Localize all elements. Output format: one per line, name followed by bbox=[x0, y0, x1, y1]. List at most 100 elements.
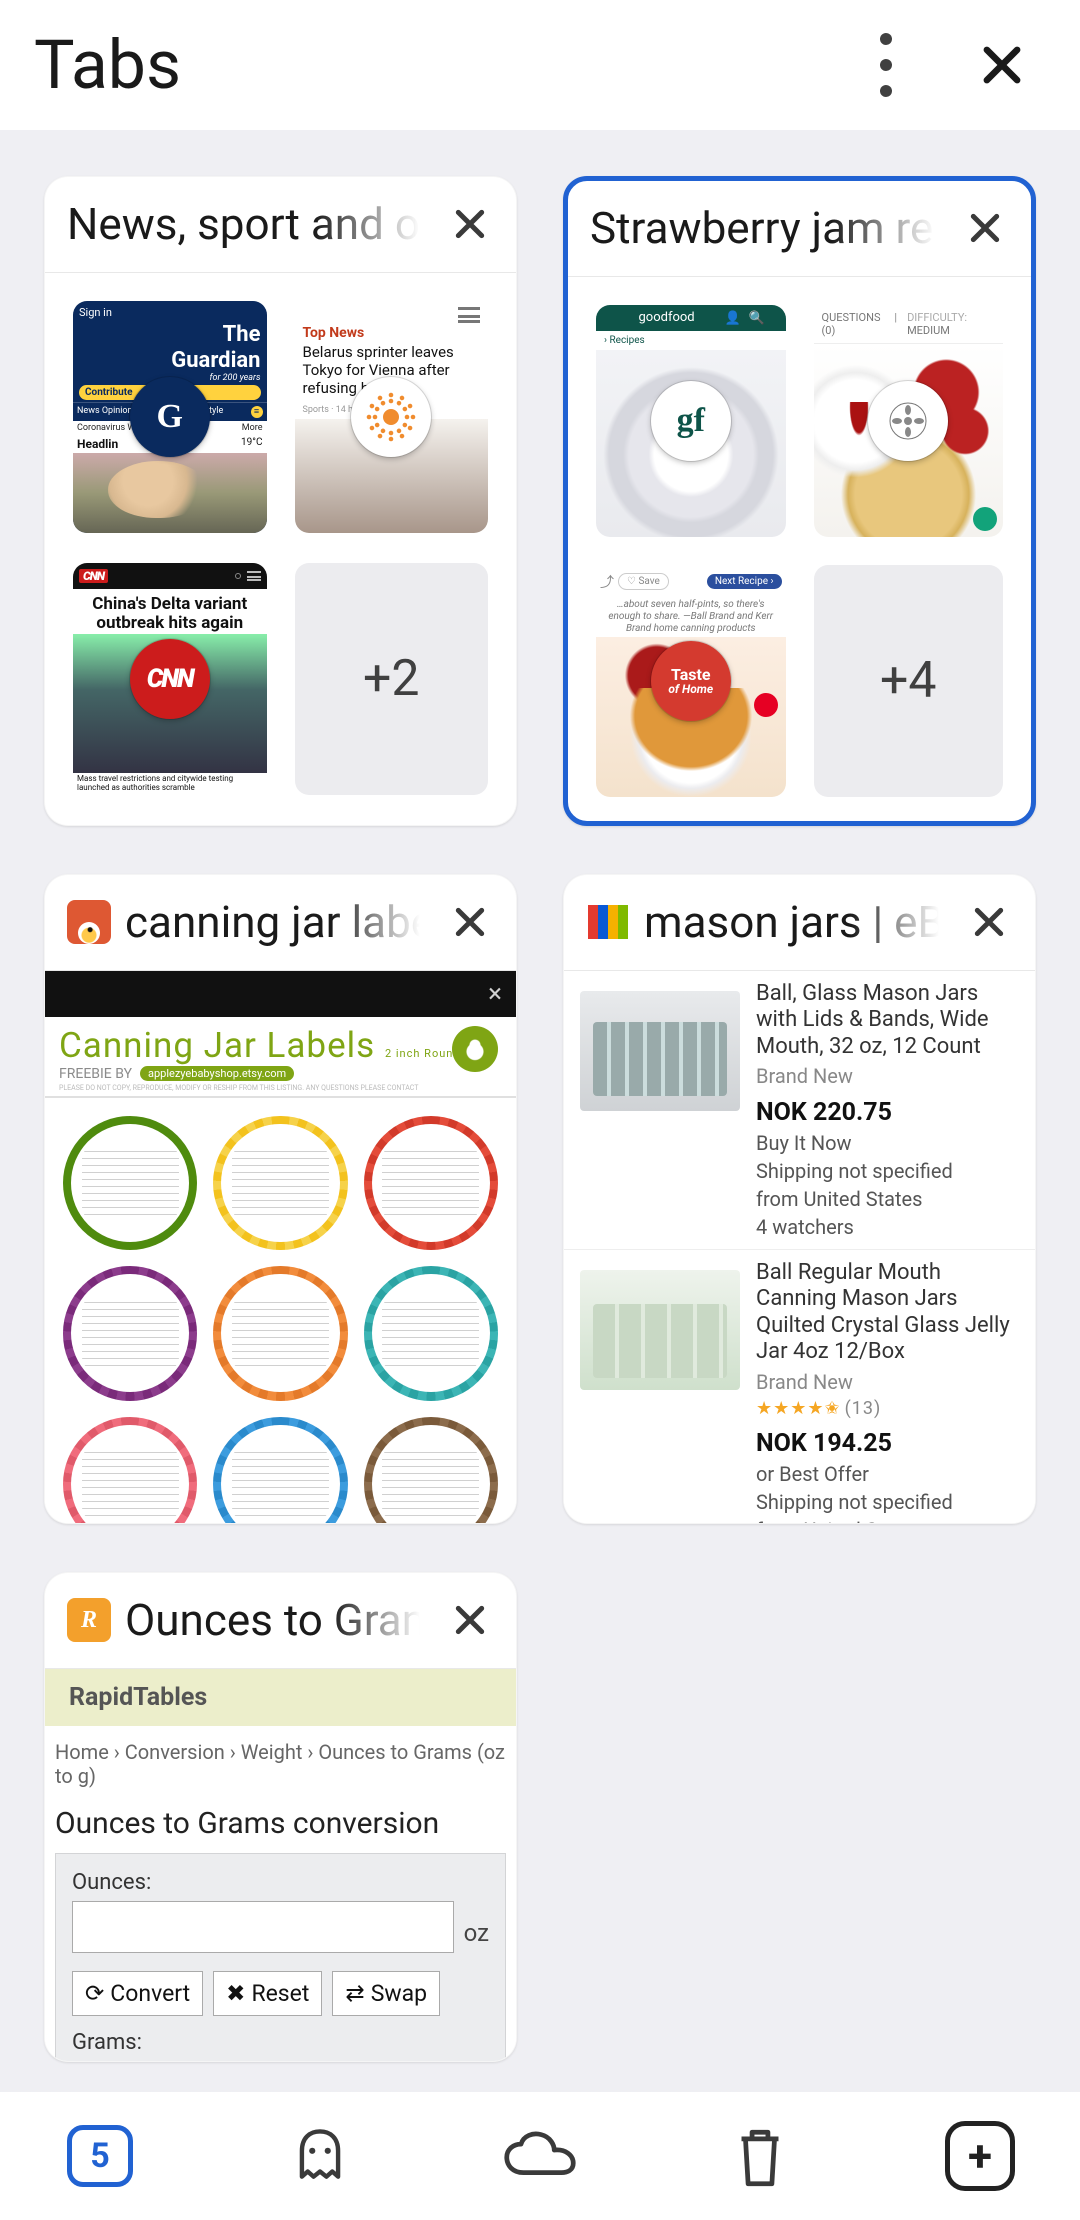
close-tab-button[interactable] bbox=[434, 886, 506, 958]
close-icon bbox=[969, 902, 1009, 942]
text: goodfood bbox=[638, 310, 694, 325]
label-swatch bbox=[213, 1116, 347, 1250]
listing-thumb bbox=[580, 991, 740, 1111]
tab-group-jam[interactable]: Strawberry jam recipe goodfood👤🔍 › Recip… bbox=[563, 176, 1036, 826]
text: 19°C bbox=[241, 437, 262, 451]
text: Next Recipe › bbox=[707, 574, 782, 589]
close-tab-button[interactable] bbox=[434, 1584, 506, 1656]
tab-header: R Ounces to Grams bbox=[45, 1573, 516, 1669]
breadcrumb: Home › Conversion › Weight › Ounces to G… bbox=[45, 1726, 516, 1802]
close-tab-button[interactable] bbox=[953, 886, 1025, 958]
site-badge: CNN bbox=[130, 639, 210, 719]
new-tab-button[interactable]: + bbox=[940, 2116, 1020, 2196]
listing-title: Ball, Glass Mason Jars with Lids & Bands… bbox=[756, 981, 1019, 1060]
text: …about seven half-pints, so there's enou… bbox=[596, 599, 786, 637]
tab-preview: Ball, Glass Mason Jars with Lids & Bands… bbox=[564, 971, 1035, 1523]
tab-title: mason jars | eBay bbox=[644, 896, 939, 948]
site-badge: G bbox=[130, 377, 210, 457]
grouped-tab-guardian[interactable]: Sign in TheGuardianfor 200 years Contrib… bbox=[73, 301, 267, 533]
site-badge: Taste of Home bbox=[651, 641, 731, 721]
close-overlay-icon: × bbox=[488, 979, 502, 1009]
grouped-tab-cnn[interactable]: CNN China's Delta variant outbreak hits … bbox=[73, 563, 267, 795]
topbar: Tabs bbox=[0, 0, 1080, 130]
synced-tabs-button[interactable] bbox=[500, 2116, 580, 2196]
listing-condition: Brand New bbox=[756, 1064, 1019, 1088]
overlay-bar: × bbox=[45, 971, 516, 1017]
page-heading: Ounces to Grams conversion bbox=[45, 1802, 516, 1853]
label-swatch bbox=[63, 1266, 197, 1400]
menu-icon bbox=[458, 307, 480, 323]
text: FREEBIE BY bbox=[59, 1066, 132, 1082]
text: PLEASE DO NOT COPY, REPRODUCE, MODIFY OR… bbox=[45, 1084, 516, 1098]
listing-from: from United States bbox=[756, 1518, 1019, 1523]
more-vertical-icon bbox=[880, 33, 892, 97]
listing-title: Ball Regular Mouth Canning Mason Jars Qu… bbox=[756, 1260, 1019, 1366]
grouped-tab-topnews[interactable]: Top News Belarus sprinter leaves Tokyo f… bbox=[295, 301, 489, 533]
ebay-icon bbox=[586, 900, 630, 944]
tab-group-news[interactable]: News, sport and opinion Sign in TheGuard… bbox=[44, 176, 517, 826]
tab-title: Ounces to Grams bbox=[125, 1594, 420, 1646]
tab-preview: RapidTables Home › Conversion › Weight ›… bbox=[45, 1669, 516, 2061]
unit-label: oz bbox=[464, 1919, 489, 1953]
listing-buy: Buy It Now bbox=[756, 1131, 1019, 1155]
text: Headlin bbox=[77, 437, 118, 451]
site-brand: RapidTables bbox=[45, 1669, 516, 1726]
text: Save bbox=[638, 576, 659, 587]
sunburst-icon bbox=[364, 390, 418, 444]
grouped-tab-tasteofhome[interactable]: ⤴ ♡ Save Next Recipe › …about seven half… bbox=[596, 565, 786, 797]
close-tab-button[interactable] bbox=[949, 192, 1021, 264]
flower-icon bbox=[888, 401, 928, 441]
pinterest-icon bbox=[754, 693, 778, 717]
grouped-tab-goodfood[interactable]: goodfood👤🔍 › Recipes gf bbox=[596, 305, 786, 537]
grouped-tab-overflow[interactable]: +4 bbox=[814, 565, 1004, 797]
more-options-button[interactable] bbox=[842, 21, 930, 109]
close-icon bbox=[976, 39, 1028, 91]
listing-buy: or Best Offer bbox=[756, 1462, 1019, 1486]
close-tabs-button[interactable] bbox=[958, 21, 1046, 109]
text: DIFFICULTY: bbox=[907, 311, 967, 324]
site-badge bbox=[868, 381, 948, 461]
listing-row: Ball, Glass Mason Jars with Lids & Bands… bbox=[564, 971, 1035, 1250]
text: China's Delta variant outbreak hits agai… bbox=[73, 589, 267, 634]
listing-condition: Brand New bbox=[756, 1370, 1019, 1394]
field-label: Ounces: bbox=[72, 1870, 489, 1895]
grouped-tab-recipe[interactable]: QUESTIONS (0)|DIFFICULTY: MEDIUM bbox=[814, 305, 1004, 537]
tab-canning-labels[interactable]: canning jar labels × Canning Jar Labels … bbox=[44, 874, 517, 1524]
close-icon bbox=[450, 204, 490, 244]
tab-grid: News, sport and opinion Sign in TheGuard… bbox=[0, 130, 1080, 2092]
site-badge: gf bbox=[651, 381, 731, 461]
close-all-tabs-button[interactable] bbox=[720, 2116, 800, 2196]
text: More bbox=[242, 423, 263, 433]
bottombar: 5 + bbox=[0, 2092, 1080, 2220]
tab-ebay-mason-jars[interactable]: mason jars | eBay Ball, Glass Mason Jars… bbox=[563, 874, 1036, 1524]
field-label: Grams: bbox=[72, 2030, 489, 2055]
tab-header: News, sport and opinion bbox=[45, 177, 516, 273]
star-rating: ★★★★✬ bbox=[756, 1398, 841, 1419]
listing-watchers: 4 watchers bbox=[756, 1215, 1019, 1239]
trash-icon bbox=[733, 2123, 787, 2189]
incognito-button[interactable] bbox=[280, 2116, 360, 2196]
text: Sign in bbox=[79, 306, 112, 319]
text: Top News bbox=[295, 323, 489, 341]
listing-from: from United States bbox=[756, 1187, 1019, 1211]
close-tab-button[interactable] bbox=[434, 188, 506, 260]
listing-shipping: Shipping not specified bbox=[756, 1159, 1019, 1183]
tab-count-button[interactable]: 5 bbox=[60, 2116, 140, 2196]
tab-count-badge: 5 bbox=[67, 2125, 133, 2187]
tab-rapidtables[interactable]: R Ounces to Grams RapidTables Home › Con… bbox=[44, 1572, 517, 2062]
text: Taste bbox=[671, 667, 711, 683]
text: Mass travel restrictions and citywide te… bbox=[73, 773, 267, 795]
text: applezyebabyshop.etsy.com bbox=[140, 1066, 294, 1081]
listing-price: NOK 220.75 bbox=[756, 1098, 1019, 1127]
tab-header: mason jars | eBay bbox=[564, 875, 1035, 971]
listing-price: NOK 194.25 bbox=[756, 1429, 1019, 1458]
listing-shipping: Shipping not specified bbox=[756, 1490, 1019, 1514]
listing-thumb bbox=[580, 1270, 740, 1390]
text: MEDIUM bbox=[907, 324, 950, 337]
cloud-icon bbox=[502, 2129, 578, 2183]
close-icon bbox=[450, 1600, 490, 1640]
rapidtables-icon: R bbox=[67, 1598, 111, 1642]
text: QUESTIONS (0) bbox=[822, 311, 885, 337]
grouped-tab-overflow[interactable]: +2 bbox=[295, 563, 489, 795]
brand-badge-icon bbox=[452, 1026, 498, 1072]
